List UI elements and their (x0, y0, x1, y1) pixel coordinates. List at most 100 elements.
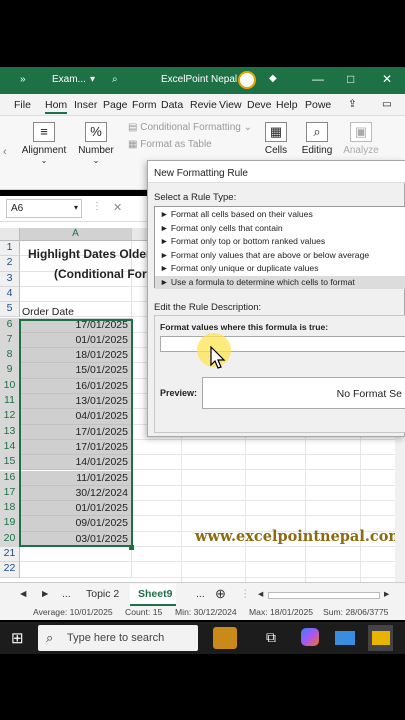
tab-view[interactable]: View (219, 99, 242, 111)
number-button[interactable]: % Number ⌄ (75, 122, 117, 165)
row-header[interactable]: 1 (0, 241, 20, 257)
tab-formulas[interactable]: Form (132, 99, 157, 111)
copilot-icon[interactable] (301, 628, 319, 646)
cell[interactable] (132, 562, 405, 578)
formula-label: Format values where this formula is true… (160, 322, 329, 332)
file-name[interactable]: Exam... (52, 74, 86, 85)
ribbon-scroll-left-icon[interactable]: ‹ (3, 146, 7, 158)
analyze-button[interactable]: ▣ Analyze (342, 122, 380, 156)
restore-button[interactable]: □ (347, 72, 354, 86)
cell[interactable] (132, 501, 405, 517)
tab-insert[interactable]: Inser (74, 99, 97, 111)
app-title: ExcelPoint Nepal (161, 74, 238, 85)
cells-label: Cells (264, 145, 288, 156)
close-button[interactable]: ✕ (382, 72, 392, 86)
row-header[interactable]: 7 (0, 332, 20, 349)
tab-page-layout[interactable]: Page (103, 99, 128, 111)
tab-review[interactable]: Revie (190, 99, 217, 111)
row-header[interactable]: 17 (0, 485, 20, 502)
chevron-down-icon[interactable]: ▾ (74, 203, 78, 212)
diamond-icon[interactable]: ◆ (269, 73, 277, 84)
tab-power[interactable]: Powe (305, 99, 331, 111)
quick-access-chevron[interactable]: » (20, 74, 26, 85)
alignment-button[interactable]: ≡ Alignment ⌄ (20, 122, 68, 165)
fill-handle[interactable] (129, 545, 134, 550)
cancel-icon[interactable]: ✕ (113, 201, 122, 214)
row-header[interactable]: 22 (0, 562, 20, 578)
select-rule-type-label: Select a Rule Type: (154, 192, 237, 203)
rule-type-item[interactable]: ► Format only cells that contain (155, 222, 405, 236)
dropdown-chevron-icon[interactable]: ▾ (90, 74, 95, 85)
row-header[interactable]: 2 (0, 256, 20, 272)
cell[interactable] (132, 440, 405, 456)
row-header[interactable]: 9 (0, 363, 20, 379)
cell[interactable] (132, 471, 405, 486)
tab-help[interactable]: Help (276, 99, 298, 111)
row-header[interactable]: 6 (0, 317, 20, 333)
row-header[interactable]: 10 (0, 378, 20, 394)
cells-button[interactable]: ▦ Cells (260, 122, 292, 156)
tab-file[interactable]: File (14, 99, 31, 111)
rule-type-item[interactable]: ► Format only top or bottom ranked value… (155, 235, 405, 249)
row-header[interactable]: 19 (0, 516, 20, 532)
row-header[interactable]: 21 (0, 547, 20, 563)
cell[interactable] (132, 486, 405, 502)
format-as-table-button[interactable]: ▦ Format as Table (128, 139, 212, 150)
add-sheet-button[interactable]: ⊕ (215, 586, 226, 602)
briefcase-icon[interactable] (213, 627, 237, 649)
task-view-icon[interactable]: ⧉ (266, 629, 276, 646)
tab-home[interactable]: Hom (45, 99, 68, 114)
status-max: Max: 18/01/2025 (249, 607, 314, 617)
title-bar: » Exam... ▾ ⌕ ExcelPoint Nepal ◆ — □ ✕ (0, 67, 405, 94)
windows-start-icon[interactable]: ⊞ (11, 629, 24, 647)
select-all-corner[interactable] (0, 228, 20, 241)
editing-button[interactable]: ⌕ Editing (299, 122, 335, 156)
row-header[interactable]: 3 (0, 271, 20, 287)
sheet-tab-sheet9[interactable]: Sheet9 (130, 584, 176, 606)
minimize-button[interactable]: — (312, 72, 324, 86)
column-header-a[interactable]: A (20, 228, 132, 241)
next-sheet-button[interactable]: ► (40, 588, 50, 600)
row-header[interactable]: 20 (0, 531, 20, 547)
row-header[interactable]: 5 (0, 302, 20, 318)
ribbon-tabs: File Hom Inser Page Form Data Revie View… (0, 94, 405, 116)
row-header[interactable]: 11 (0, 394, 20, 410)
sheet-tab-topic2[interactable]: Topic 2 (86, 588, 119, 600)
search-icon[interactable]: ⌕ (112, 74, 118, 85)
row-header[interactable]: 8 (0, 348, 20, 364)
row-header[interactable]: 16 (0, 470, 20, 486)
conditional-formatting-button[interactable]: ▤ Conditional Formatting ⌄ (128, 122, 252, 133)
rule-description-box: Format values where this formula is true… (154, 315, 405, 433)
hscroll-right-icon[interactable]: ▸ (384, 588, 389, 600)
row-header[interactable]: 13 (0, 424, 20, 440)
tab-data[interactable]: Data (161, 99, 183, 111)
cell[interactable] (20, 562, 132, 578)
edge-icon[interactable] (335, 631, 355, 645)
rule-type-item[interactable]: ► Use a formula to determine which cells… (155, 275, 405, 289)
name-box[interactable]: A6 ▾ (6, 199, 82, 218)
divider: ⋮ (240, 588, 251, 600)
prev-sheet-button[interactable]: ◄ (18, 588, 28, 600)
taskbar-search-box[interactable]: ⌕ Type here to search (38, 625, 198, 651)
profile-avatar[interactable] (238, 71, 256, 89)
more-sheets-left[interactable]: ... (62, 588, 71, 600)
row-header[interactable]: 14 (0, 439, 20, 456)
tab-developer[interactable]: Deve (247, 99, 272, 111)
row-header[interactable]: 15 (0, 455, 20, 471)
hscroll-left-icon[interactable]: ◂ (258, 588, 263, 600)
row-header[interactable]: 18 (0, 501, 20, 517)
horizontal-scrollbar[interactable] (268, 592, 380, 599)
share-icon[interactable]: ⇪ (348, 98, 357, 110)
row-header[interactable]: 12 (0, 409, 20, 425)
row-header[interactable]: 4 (0, 286, 20, 303)
cell[interactable] (132, 455, 405, 471)
order-date-header[interactable]: Order Date (22, 306, 74, 318)
rule-type-item[interactable]: ► Format only unique or duplicate values (155, 262, 405, 276)
more-sheets-right[interactable]: ... (196, 588, 205, 600)
comments-icon[interactable]: ▭ (382, 98, 392, 110)
rule-type-item[interactable]: ► Format only values that are above or b… (155, 249, 405, 263)
cell[interactable] (132, 547, 405, 563)
rule-type-item[interactable]: ► Format all cells based on their values (155, 208, 405, 222)
cell[interactable] (20, 547, 132, 563)
cell[interactable] (20, 286, 132, 303)
